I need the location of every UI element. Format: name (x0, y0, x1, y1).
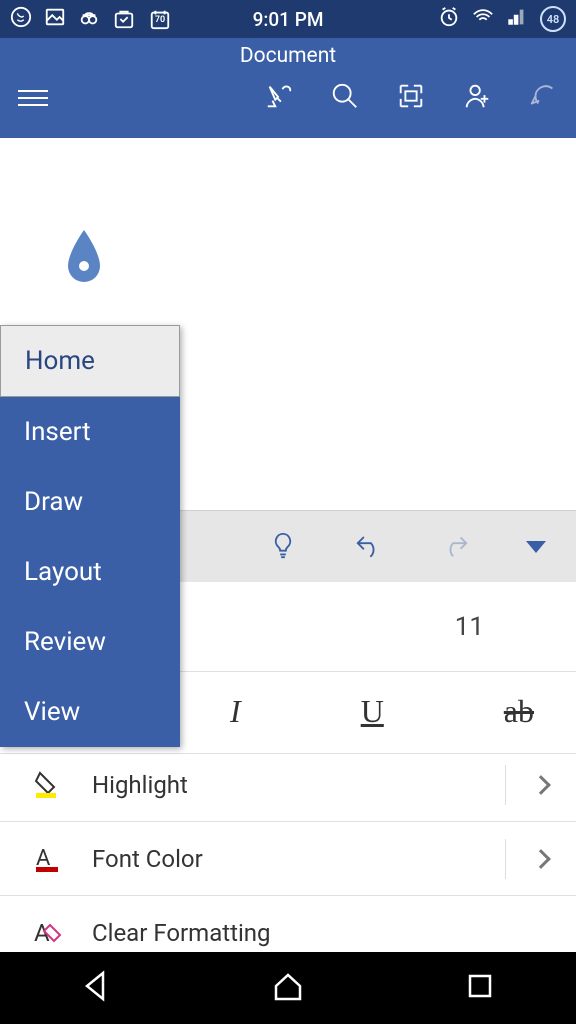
font-color-label: Font Color (92, 845, 505, 873)
menu-item-insert[interactable]: Insert (0, 397, 180, 467)
read-mode-icon[interactable] (396, 81, 426, 115)
search-icon[interactable] (330, 81, 360, 115)
incognito-icon (78, 6, 100, 32)
svg-text:A: A (34, 919, 50, 947)
menu-item-draw[interactable]: Draw (0, 467, 180, 537)
hamburger-menu-button[interactable] (18, 90, 48, 106)
clear-formatting-icon: A (28, 917, 68, 949)
android-nav-bar (0, 952, 576, 1024)
toolbar-expand-icon[interactable] (526, 541, 546, 553)
menu-item-layout[interactable]: Layout (0, 537, 180, 607)
image-icon (44, 6, 66, 32)
undo-icon[interactable] (528, 81, 558, 115)
battery-indicator: 48 (540, 6, 566, 32)
strikethrough-button[interactable]: ab (504, 693, 534, 730)
nav-back-icon[interactable] (79, 969, 113, 1007)
android-status-bar: 70 9:01 PM 48 (0, 0, 576, 38)
calendar-icon: 70 (148, 7, 172, 31)
whatsapp-icon (10, 6, 32, 32)
wifi-icon (472, 6, 494, 32)
alarm-icon (438, 6, 460, 32)
chevron-right-icon (531, 775, 551, 795)
nav-recent-icon[interactable] (463, 969, 497, 1007)
toolbar-undo-icon[interactable] (354, 530, 384, 564)
format-pen-icon[interactable] (264, 81, 294, 115)
italic-button[interactable]: I (230, 693, 241, 730)
highlight-row[interactable]: Highlight (0, 748, 576, 822)
lightbulb-icon[interactable] (268, 530, 298, 564)
highlight-label: Highlight (92, 771, 505, 799)
menu-item-home[interactable]: Home (0, 325, 180, 397)
calendar-badge-number: 70 (155, 15, 165, 25)
highlight-icon (28, 769, 68, 801)
signal-icon (506, 6, 528, 32)
app-bar: Document (0, 38, 576, 138)
store-icon (112, 7, 136, 31)
nav-home-icon[interactable] (271, 969, 305, 1007)
battery-percent: 48 (547, 13, 560, 26)
cursor-handle-icon[interactable] (62, 228, 106, 284)
status-time: 9:01 PM (253, 8, 324, 31)
document-title: Document (0, 38, 576, 68)
menu-item-view[interactable]: View (0, 677, 180, 747)
font-color-icon: A (28, 843, 68, 875)
ribbon-tab-menu: Home Insert Draw Layout Review View (0, 325, 180, 747)
font-color-row[interactable]: A Font Color (0, 822, 576, 896)
clear-formatting-label: Clear Formatting (92, 919, 548, 947)
font-size-value: 11 (455, 612, 484, 642)
toolbar-redo-icon[interactable] (440, 530, 470, 564)
menu-item-review[interactable]: Review (0, 607, 180, 677)
underline-button[interactable]: U (361, 693, 384, 730)
share-person-icon[interactable] (462, 81, 492, 115)
chevron-right-icon (531, 849, 551, 869)
